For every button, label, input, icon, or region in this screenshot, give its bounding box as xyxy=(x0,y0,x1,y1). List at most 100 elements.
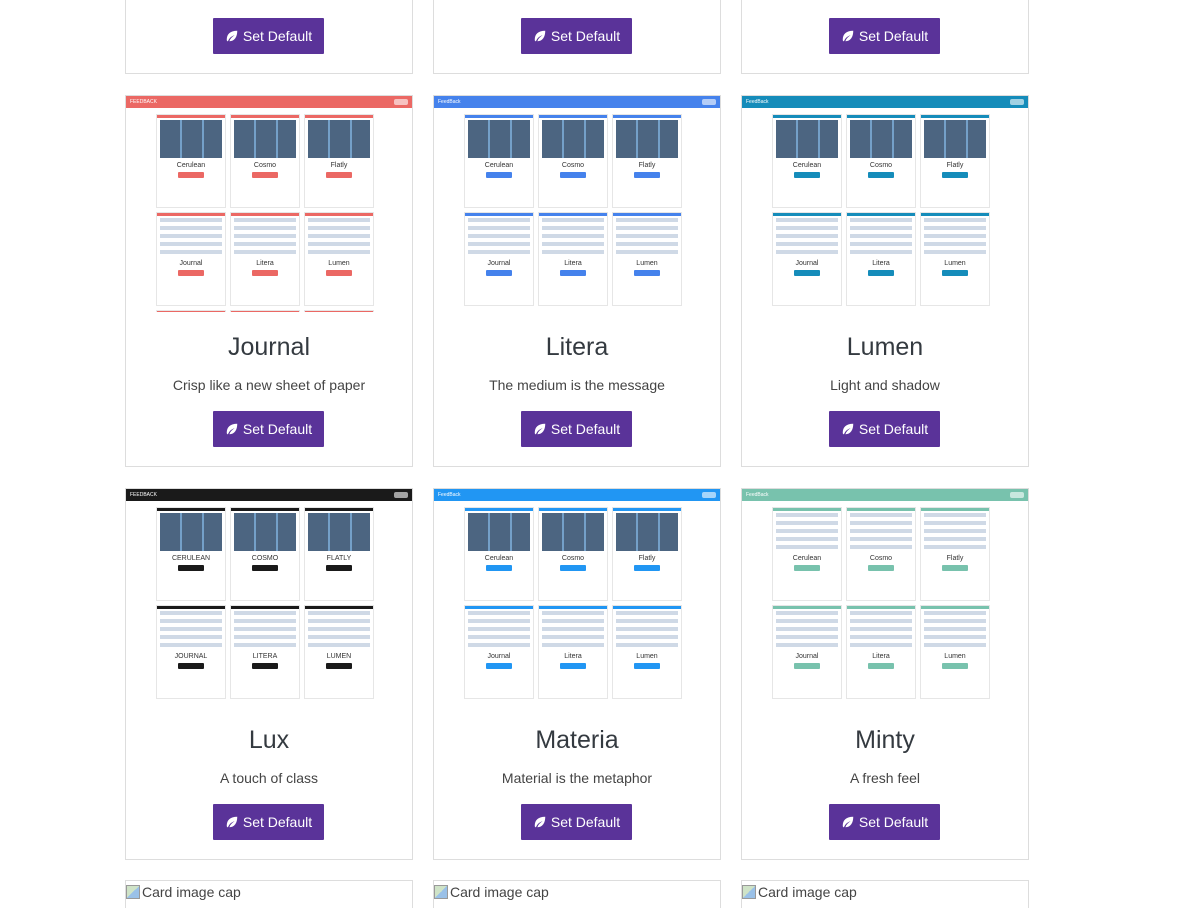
preview-tile: Flatly xyxy=(612,507,682,601)
set-default-button[interactable]: Set Default xyxy=(521,18,632,54)
preview-tile: Journal xyxy=(772,212,842,306)
preview-tile-label: Cosmo xyxy=(253,162,277,169)
theme-title: Minty xyxy=(855,726,915,754)
preview-tile-label: Cosmo xyxy=(869,162,893,169)
theme-title: Lumen xyxy=(846,333,924,361)
preview-tile: Lumen xyxy=(304,212,374,306)
broken-image-icon xyxy=(742,885,756,899)
preview-tile-label: Lumen xyxy=(944,653,966,660)
theme-card-top-2: Set Default xyxy=(433,0,721,74)
preview-tile: Cosmo xyxy=(846,507,916,601)
set-default-button[interactable]: Set Default xyxy=(521,411,632,447)
theme-card-top-1: Set Default xyxy=(125,0,413,74)
preview-tile-label: Cerulean xyxy=(792,555,822,562)
preview-tile-label: Journal xyxy=(795,260,819,267)
preview-tile: Journal xyxy=(772,605,842,699)
broken-image-icon xyxy=(434,885,448,899)
preview-tile-label: Cosmo xyxy=(561,555,585,562)
theme-preview-image: FeedBack Cerulean Cosmo Flatly Journal Litera… xyxy=(434,96,720,312)
leaf-icon xyxy=(842,816,854,828)
theme-title: Litera xyxy=(545,333,609,361)
set-default-button[interactable]: Set Default xyxy=(213,411,324,447)
preview-tile-label: LITERA xyxy=(252,653,278,660)
preview-nav-text: FeedBack xyxy=(746,99,769,105)
theme-preview-image: FeedBack Cerulean Cosmo Flatly Journal Litera… xyxy=(742,489,1028,705)
preview-tile-label: Journal xyxy=(487,260,511,267)
theme-card-lumen: FeedBack Cerulean Cosmo Flatly Journal Litera… xyxy=(741,95,1029,467)
preview-tile: Litera xyxy=(846,212,916,306)
leaf-icon xyxy=(226,423,238,435)
preview-tile: Cosmo xyxy=(230,114,300,208)
preview-tile: FLATLY xyxy=(304,507,374,601)
theme-card-bottom-1: Card image cap xyxy=(125,880,413,908)
preview-tile: COSMO xyxy=(230,507,300,601)
preview-tile-label: CERULEAN xyxy=(171,555,211,562)
preview-tile: Flatly xyxy=(920,114,990,208)
preview-tile-label: Litera xyxy=(564,653,582,660)
preview-tile: Flatly xyxy=(304,114,374,208)
theme-card-bottom-3: Card image cap xyxy=(741,880,1029,908)
theme-card-minty: FeedBack Cerulean Cosmo Flatly Journal Litera… xyxy=(741,488,1029,860)
set-default-button[interactable]: Set Default xyxy=(829,18,940,54)
preview-tile-label: Litera xyxy=(256,260,274,267)
theme-card-lux: FEEDBACK CERULEAN COSMO FLATLY JOURNAL LITERA… xyxy=(125,488,413,860)
preview-tile: Minty xyxy=(304,310,374,312)
preview-tile-label: Litera xyxy=(564,260,582,267)
preview-tile: LITERA xyxy=(230,605,300,699)
theme-card-litera: FeedBack Cerulean Cosmo Flatly Journal Litera… xyxy=(433,95,721,467)
preview-nav-text: FeedBack xyxy=(746,492,769,498)
theme-title: Materia xyxy=(535,726,619,754)
card-image: Card image cap xyxy=(742,881,857,900)
set-default-button[interactable]: Set Default xyxy=(829,411,940,447)
preview-tile-label: Litera xyxy=(872,260,890,267)
preview-tile: Litera xyxy=(846,605,916,699)
preview-tile-label: Cerulean xyxy=(176,162,206,169)
preview-tile-label: Journal xyxy=(795,653,819,660)
preview-tile: Litera xyxy=(538,212,608,306)
preview-tile: CERULEAN xyxy=(156,507,226,601)
preview-tile-label: Lumen xyxy=(636,260,658,267)
theme-description: Crisp like a new sheet of paper xyxy=(172,377,366,393)
broken-image-icon xyxy=(126,885,140,899)
theme-preview-image: FEEDBACK CERULEAN COSMO FLATLY JOURNAL LITERA… xyxy=(126,489,412,705)
preview-tile: JOURNAL xyxy=(156,605,226,699)
preview-tile-label: Cerulean xyxy=(792,162,822,169)
theme-card-materia: FeedBack Cerulean Cosmo Flatly Journal Litera… xyxy=(433,488,721,860)
preview-tile: Flatly xyxy=(612,114,682,208)
preview-tile-label: Journal xyxy=(179,260,203,267)
preview-tile: Cerulean xyxy=(772,507,842,601)
preview-tile-label: Lumen xyxy=(944,260,966,267)
preview-tile: Litera xyxy=(230,212,300,306)
theme-preview-image: FEEDBACK Cerulean Cosmo Flatly Journal Litera… xyxy=(126,96,412,312)
set-default-button[interactable]: Set Default xyxy=(213,804,324,840)
preview-nav-text: FeedBack xyxy=(438,99,461,105)
theme-title: Lux xyxy=(248,726,290,754)
theme-title: Journal xyxy=(228,333,310,361)
card-image: Card image cap xyxy=(126,881,241,900)
theme-card-top-3: Set Default xyxy=(741,0,1029,74)
preview-tile-label: Flatly xyxy=(330,162,348,169)
preview-tile: Lux xyxy=(156,310,226,312)
set-default-button[interactable]: Set Default xyxy=(521,804,632,840)
theme-description: Light and shadow xyxy=(830,377,940,393)
set-default-button[interactable]: Set Default xyxy=(829,804,940,840)
preview-tile-label: Cosmo xyxy=(561,162,585,169)
theme-description: A fresh feel xyxy=(849,770,921,786)
preview-tile-label: Journal xyxy=(487,653,511,660)
preview-tile: Cerulean xyxy=(464,507,534,601)
preview-tile-label: Flatly xyxy=(946,555,964,562)
preview-tile: Journal xyxy=(156,212,226,306)
preview-tile-label: FLATLY xyxy=(326,555,352,562)
preview-tile-label: Litera xyxy=(872,653,890,660)
leaf-icon xyxy=(534,423,546,435)
card-image: Card image cap xyxy=(434,881,549,900)
theme-preview-image: FeedBack Cerulean Cosmo Flatly Journal Litera… xyxy=(742,96,1028,312)
set-default-button[interactable]: Set Default xyxy=(213,18,324,54)
preview-tile: Lumen xyxy=(920,605,990,699)
preview-tile-label: Flatly xyxy=(638,162,656,169)
theme-description: The medium is the message xyxy=(489,377,665,393)
leaf-icon xyxy=(842,30,854,42)
preview-tile: Lumen xyxy=(612,212,682,306)
preview-tile-label: COSMO xyxy=(251,555,279,562)
preview-tile-label: Lumen xyxy=(328,260,350,267)
